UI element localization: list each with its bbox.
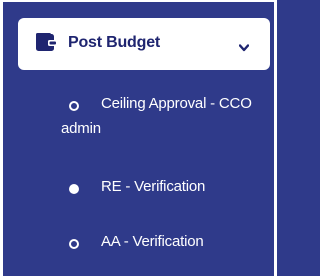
submenu-item-ceiling-approval[interactable]: Ceiling Approval - CCO admin <box>0 92 277 144</box>
circle-filled-icon <box>69 184 79 194</box>
chevron-down-icon[interactable] <box>238 39 250 52</box>
submenu-item-re-verification[interactable]: RE - Verification <box>0 178 277 200</box>
post-budget-label: Post Budget <box>68 34 161 51</box>
wallet-icon <box>36 33 56 52</box>
submenu-item-aa-verification[interactable]: AA - Verification <box>0 233 277 255</box>
submenu-item-label-continued: admin <box>61 120 101 137</box>
post-budget-menu-toggle[interactable]: Post Budget <box>18 18 270 70</box>
circle-outline-icon <box>69 101 79 111</box>
circle-outline-icon <box>69 239 79 249</box>
submenu-item-label: Ceiling Approval - CCO <box>101 95 252 112</box>
submenu-item-label: AA - Verification <box>101 233 204 250</box>
sidebar-menu: Post Budget Ceiling Approval - CCO admin… <box>0 0 277 276</box>
submenu-item-label: RE - Verification <box>101 178 206 195</box>
frame-edge-top <box>0 0 277 2</box>
